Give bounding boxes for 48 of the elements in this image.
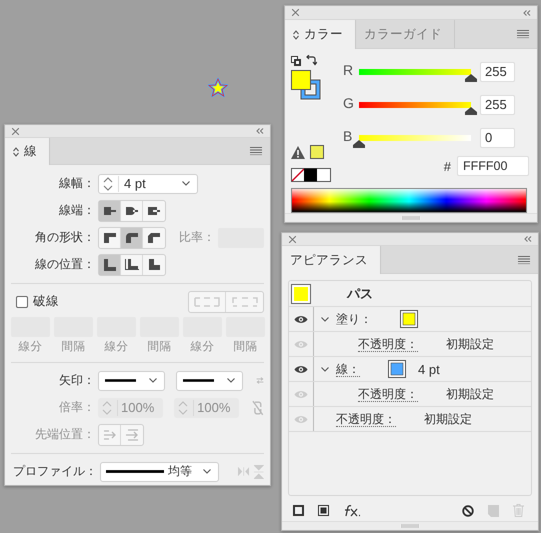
hex-field[interactable]: FFFF00: [457, 156, 529, 176]
panel-tab[interactable]: カラー: [285, 20, 356, 49]
field-label: 線分: [104, 340, 128, 354]
channel-value-field[interactable]: 0: [480, 128, 515, 148]
field-label: 倍率：: [58, 399, 95, 416]
appearance-row[interactable]: 不透明度： 初期設定: [289, 382, 531, 408]
field-label: 間隔: [234, 340, 258, 354]
field-label: 矢印：: [58, 372, 95, 389]
attribute-value: 初期設定: [446, 386, 494, 403]
attribute-value: 初期設定: [446, 336, 494, 353]
appearance-row[interactable]: 不透明度： 初期設定: [289, 407, 531, 432]
channel-label: B: [343, 128, 354, 144]
field-label: 線分: [18, 340, 42, 354]
panel-tab[interactable]: アピアランス: [282, 246, 381, 274]
channel-value-field[interactable]: 255: [480, 62, 515, 82]
object-name: パス: [347, 284, 373, 303]
hex-label: #: [444, 158, 451, 174]
field-label: 線の位置：: [34, 256, 95, 273]
panel-tab[interactable]: 線: [5, 138, 50, 165]
appearance-row[interactable]: 不透明度： 初期設定: [289, 332, 531, 358]
tab-label: 線: [24, 143, 37, 160]
field-label: 線端：: [58, 202, 95, 219]
field-label: プロファイル：: [12, 463, 97, 480]
channel-label: G: [343, 94, 355, 110]
tab-label: アピアランス: [290, 252, 368, 269]
attribute-label[interactable]: 不透明度：: [358, 336, 418, 352]
field-label: 比率：: [179, 229, 215, 246]
profile-dropdown[interactable]: 均等: [100, 462, 219, 482]
weight-field[interactable]: 4 pt: [98, 174, 198, 194]
field-label: 線幅：: [58, 175, 95, 192]
tab-label: カラー: [304, 26, 343, 43]
field-label: 間隔: [62, 340, 86, 354]
channel-label: R: [343, 62, 354, 78]
attribute-label[interactable]: 線：: [336, 362, 360, 377]
attribute-value: 4 pt: [418, 362, 440, 377]
channel-value-field[interactable]: 255: [480, 94, 515, 114]
attribute-label[interactable]: 不透明度：: [336, 412, 396, 427]
field-label: 間隔: [148, 340, 172, 354]
attribute-value: 初期設定: [424, 410, 472, 428]
attribute-label[interactable]: 不透明度：: [358, 386, 418, 402]
attribute-label: 塗り：: [336, 310, 372, 328]
field-label: 先端位置：: [34, 426, 95, 443]
field-label: 線分: [190, 340, 214, 354]
tab-label: カラーガイド: [364, 26, 442, 42]
checkbox-label: 破線: [33, 293, 59, 310]
appearance-row[interactable]: 線： 4 pt: [289, 357, 531, 382]
field-label: 角の形状：: [34, 229, 95, 246]
appearance-row[interactable]: 塗り：: [289, 307, 531, 332]
